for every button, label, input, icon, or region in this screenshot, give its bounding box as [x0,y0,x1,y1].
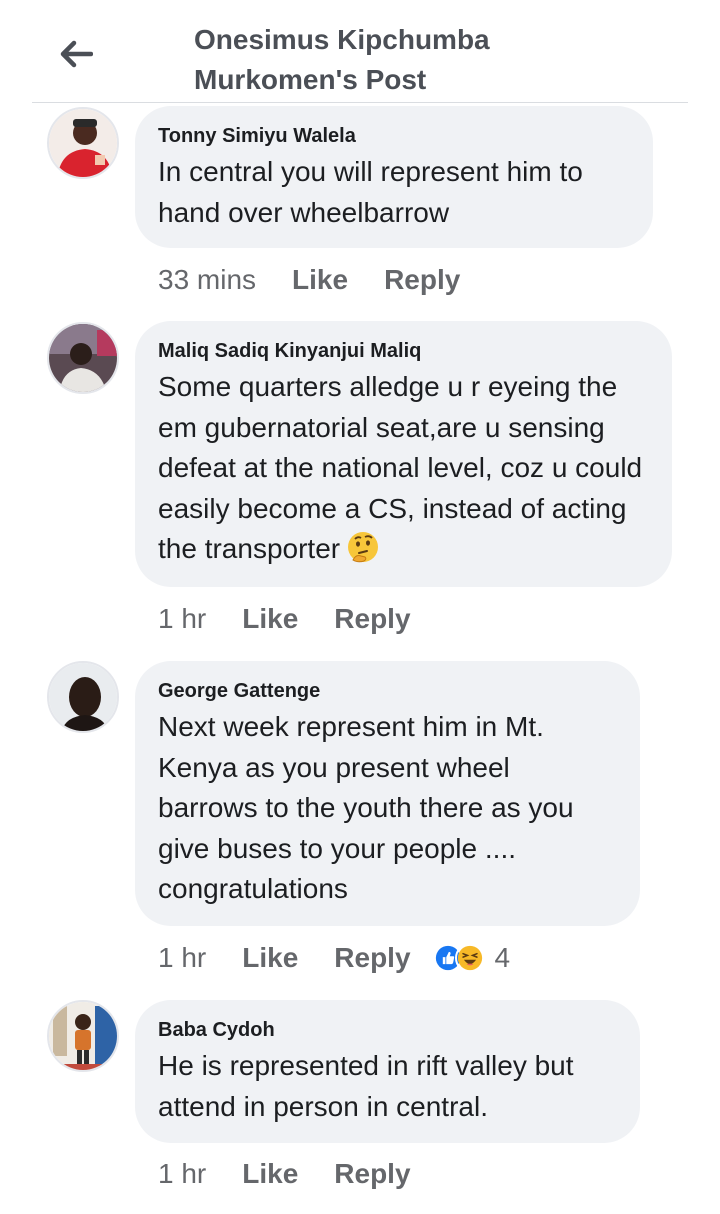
comment-time[interactable]: 1 hr [158,603,206,635]
comment-text: Next week represent him in Mt. Kenya as … [158,711,574,904]
comment-text-content: Some quarters alledge u r eyeing the em … [158,371,643,564]
comment-text: He is represented in rift valley but att… [158,1050,574,1122]
arrow-left-icon [60,40,93,68]
comment-actions: 1 hr Like Reply 4 [158,936,510,980]
reply-button[interactable]: Reply [384,264,460,296]
comment-time[interactable]: 33 mins [158,264,256,296]
reply-button[interactable]: Reply [334,603,410,635]
avatar[interactable] [47,107,119,179]
comment-actions: 1 hr Like Reply [158,597,411,641]
comment-author[interactable]: Baba Cydoh [158,1016,616,1044]
comment-text: In central you will represent him to han… [158,156,583,228]
header-divider [32,102,688,103]
like-button[interactable]: Like [242,942,298,974]
like-button[interactable]: Like [242,603,298,635]
reaction-count: 4 [494,942,511,973]
like-button[interactable]: Like [292,264,348,296]
like-button[interactable]: Like [242,1158,298,1190]
page-title: Onesimus Kipchumba Murkomen's Post [194,24,490,95]
comment-bubble[interactable]: Baba Cydoh He is represented in rift val… [135,1000,640,1143]
reply-button[interactable]: Reply [334,1158,410,1190]
avatar[interactable] [47,322,119,394]
avatar[interactable] [47,661,119,733]
back-button[interactable] [52,30,100,78]
comment-time[interactable]: 1 hr [158,942,206,974]
comment-actions: 33 mins Like Reply [158,258,460,302]
comment-author[interactable]: Tonny Simiyu Walela [158,122,629,150]
thinking-face-emoji [346,530,380,576]
comment-author[interactable]: George Gattenge [158,677,616,705]
comment-bubble[interactable]: Tonny Simiyu Walela In central you will … [135,106,653,248]
comment-actions: 1 hr Like Reply [158,1152,411,1196]
comment-time[interactable]: 1 hr [158,1158,206,1190]
comment-bubble[interactable]: George Gattenge Next week represent him … [135,661,640,926]
reply-button[interactable]: Reply [334,942,410,974]
comment-bubble[interactable]: Maliq Sadiq Kinyanjui Maliq Some quarter… [135,321,672,587]
comment-text: Some quarters alledge u r eyeing the em … [158,367,648,576]
comment-author[interactable]: Maliq Sadiq Kinyanjui Maliq [158,337,648,365]
post-header: Onesimus Kipchumba Murkomen's Post [0,0,720,103]
reaction-summary[interactable]: 4 [432,942,511,974]
avatar[interactable] [47,1000,119,1072]
haha-reaction-icon [454,943,485,973]
